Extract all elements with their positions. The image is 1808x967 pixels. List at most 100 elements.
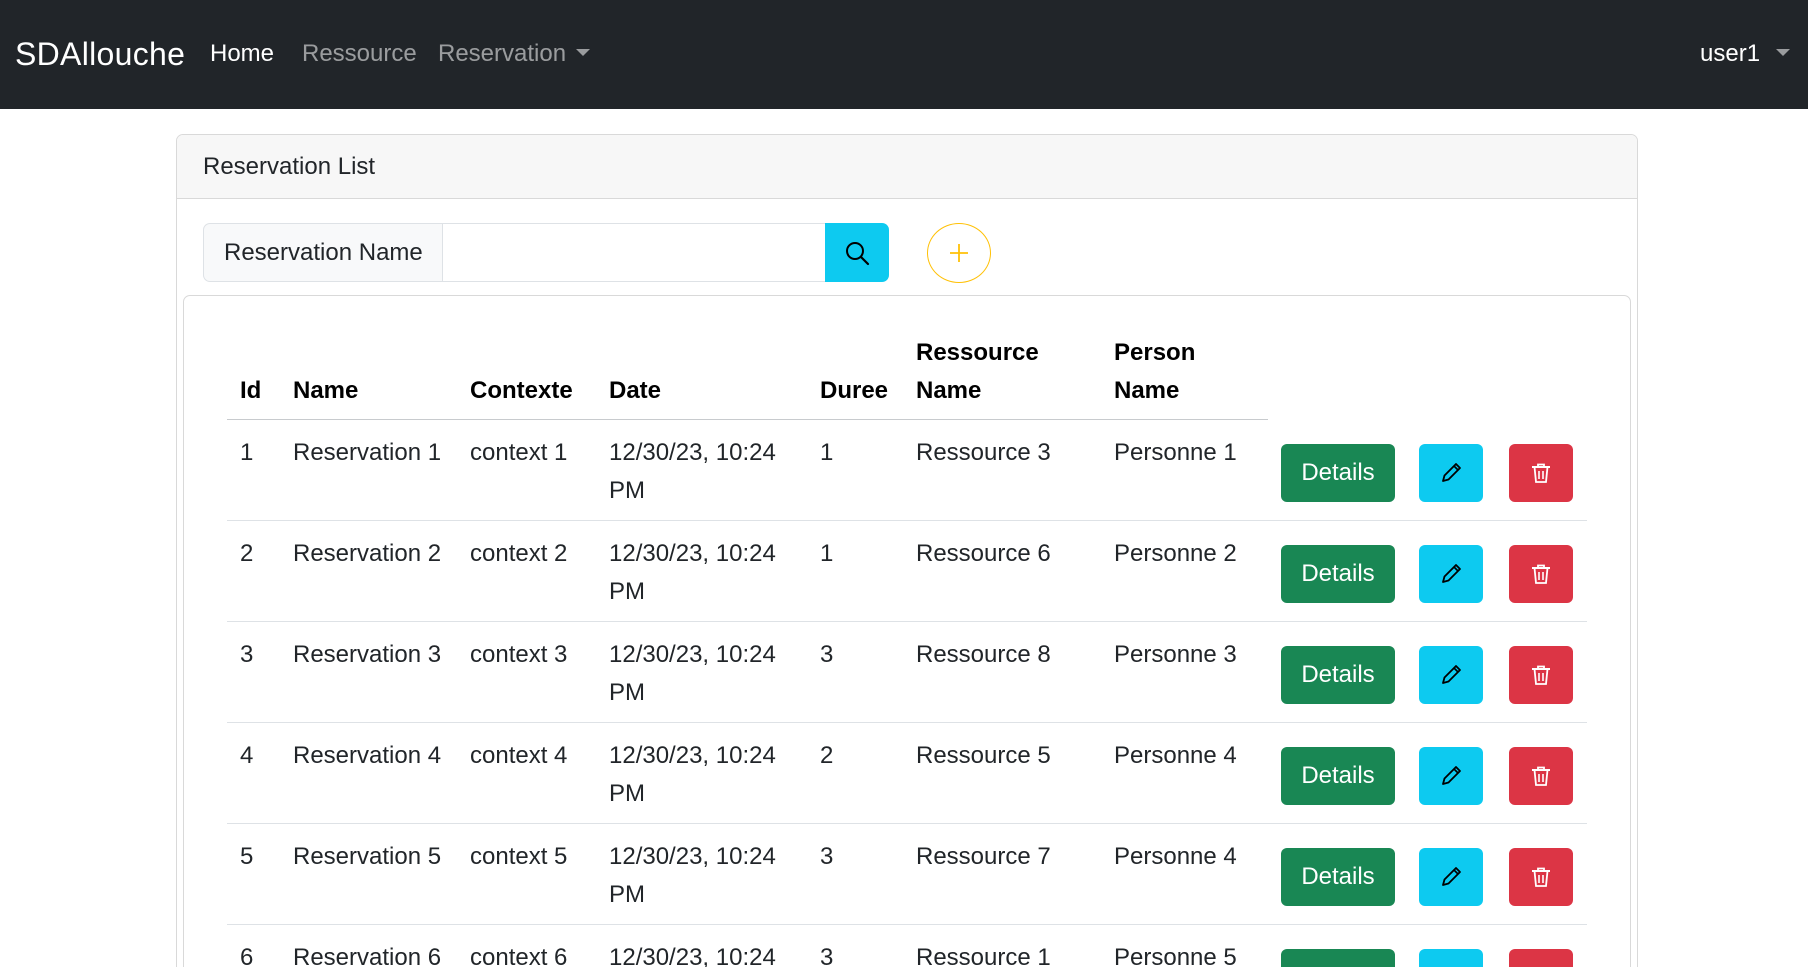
cell-ressource: Ressource 7 <box>916 843 1051 870</box>
cell-contexte: context 5 <box>470 843 568 870</box>
plus-icon <box>950 244 968 262</box>
cell-duree: 3 <box>820 843 834 870</box>
header-date: Date <box>609 377 662 404</box>
card-header: Reservation List <box>177 135 1637 199</box>
cell-ressource: Ressource 6 <box>916 540 1051 567</box>
user-name: user1 <box>1700 40 1761 67</box>
header-duree: Duree <box>820 377 889 404</box>
search-button[interactable] <box>825 223 889 282</box>
delete-button[interactable] <box>1509 949 1573 967</box>
user-menu-dropdown[interactable]: user1 <box>1700 40 1791 68</box>
cell-person: Personne 4 <box>1114 742 1237 769</box>
cell-contexte: context 3 <box>470 641 568 668</box>
details-button[interactable]: Details <box>1281 848 1395 906</box>
header-ressource-line2: Name <box>916 377 982 404</box>
edit-button[interactable] <box>1419 545 1483 603</box>
cell-contexte: context 1 <box>470 439 568 466</box>
header-contexte: Contexte <box>470 377 573 404</box>
row-divider <box>227 823 1587 824</box>
cell-id: 2 <box>240 540 254 567</box>
header-id: Id <box>240 377 262 404</box>
cell-id: 1 <box>240 439 254 466</box>
cell-duree: 1 <box>820 439 834 466</box>
cell-name: Reservation 3 <box>293 641 442 668</box>
pencil-icon <box>1442 665 1461 684</box>
details-button[interactable]: Details <box>1281 949 1395 967</box>
cell-name: Reservation 6 <box>293 944 442 967</box>
header-name: Name <box>293 377 359 404</box>
row-divider <box>227 924 1587 925</box>
header-person-line1: Person <box>1114 339 1196 366</box>
cell-id: 5 <box>240 843 254 870</box>
cell-person: Personne 4 <box>1114 843 1237 870</box>
details-button[interactable]: Details <box>1281 444 1395 502</box>
chevron-down-icon <box>1776 49 1791 56</box>
search-input[interactable] <box>442 223 826 282</box>
row-divider <box>227 520 1587 521</box>
brand[interactable]: SDAllouche <box>15 36 185 73</box>
cell-id: 4 <box>240 742 254 769</box>
details-button[interactable]: Details <box>1281 747 1395 805</box>
edit-button[interactable] <box>1419 848 1483 906</box>
pencil-icon <box>1442 564 1461 583</box>
cell-ressource: Ressource 3 <box>916 439 1051 466</box>
cell-contexte: context 4 <box>470 742 568 769</box>
cell-person: Personne 3 <box>1114 641 1237 668</box>
card-title: Reservation List <box>203 153 376 180</box>
edit-button[interactable] <box>1419 646 1483 704</box>
header-ressource-line1: Ressource <box>916 339 1039 366</box>
trash-icon <box>1532 463 1550 483</box>
pencil-icon <box>1442 463 1461 482</box>
cell-date: 12/30/23, 10:24 <box>609 843 776 870</box>
cell-person: Personne 2 <box>1114 540 1237 567</box>
cell-contexte: context 2 <box>470 540 568 567</box>
search-icon <box>846 241 870 265</box>
cell-name: Reservation 5 <box>293 843 442 870</box>
cell-date: 12/30/23, 10:24 <box>609 742 776 769</box>
cell-duree: 2 <box>820 742 834 769</box>
cell-id: 6 <box>240 944 254 967</box>
delete-button[interactable] <box>1509 848 1573 906</box>
search-label: Reservation Name <box>203 223 443 282</box>
edit-button[interactable] <box>1419 747 1483 805</box>
row-divider <box>227 722 1587 723</box>
cell-date: 12/30/23, 10:24 <box>609 944 776 967</box>
cell-duree: 1 <box>820 540 834 567</box>
navbar: SDAllouche Home Ressource Reservation us… <box>0 0 1808 109</box>
cell-person: Personne 5 <box>1114 944 1237 967</box>
nav-reservation-label: Reservation <box>438 40 567 67</box>
cell-date: 12/30/23, 10:24 <box>609 439 776 466</box>
trash-icon <box>1532 766 1550 786</box>
cell-date-line2: PM <box>609 477 645 504</box>
cell-id: 3 <box>240 641 254 668</box>
cell-duree: 3 <box>820 641 834 668</box>
details-button[interactable]: Details <box>1281 646 1395 704</box>
cell-date-line2: PM <box>609 881 645 908</box>
cell-ressource: Ressource 8 <box>916 641 1051 668</box>
header-divider <box>227 419 1268 420</box>
details-button[interactable]: Details <box>1281 545 1395 603</box>
delete-button[interactable] <box>1509 646 1573 704</box>
cell-date: 12/30/23, 10:24 <box>609 540 776 567</box>
edit-button[interactable] <box>1419 444 1483 502</box>
row-divider <box>227 621 1587 622</box>
nav-home[interactable]: Home <box>210 40 274 68</box>
edit-button[interactable] <box>1419 949 1483 967</box>
cell-name: Reservation 1 <box>293 439 442 466</box>
trash-icon <box>1532 665 1550 685</box>
pencil-icon <box>1442 766 1461 785</box>
delete-button[interactable] <box>1509 747 1573 805</box>
cell-duree: 3 <box>820 944 834 967</box>
trash-icon <box>1532 867 1550 887</box>
cell-date-line2: PM <box>609 679 645 706</box>
nav-reservation-dropdown[interactable]: Reservation <box>438 40 591 68</box>
cell-contexte: context 6 <box>470 944 568 967</box>
cell-date-line2: PM <box>609 780 645 807</box>
cell-person: Personne 1 <box>1114 439 1237 466</box>
cell-name: Reservation 4 <box>293 742 442 769</box>
add-reservation-button[interactable] <box>927 223 991 283</box>
delete-button[interactable] <box>1509 545 1573 603</box>
header-person-line2: Name <box>1114 377 1180 404</box>
delete-button[interactable] <box>1509 444 1573 502</box>
nav-ressource[interactable]: Ressource <box>302 40 417 68</box>
